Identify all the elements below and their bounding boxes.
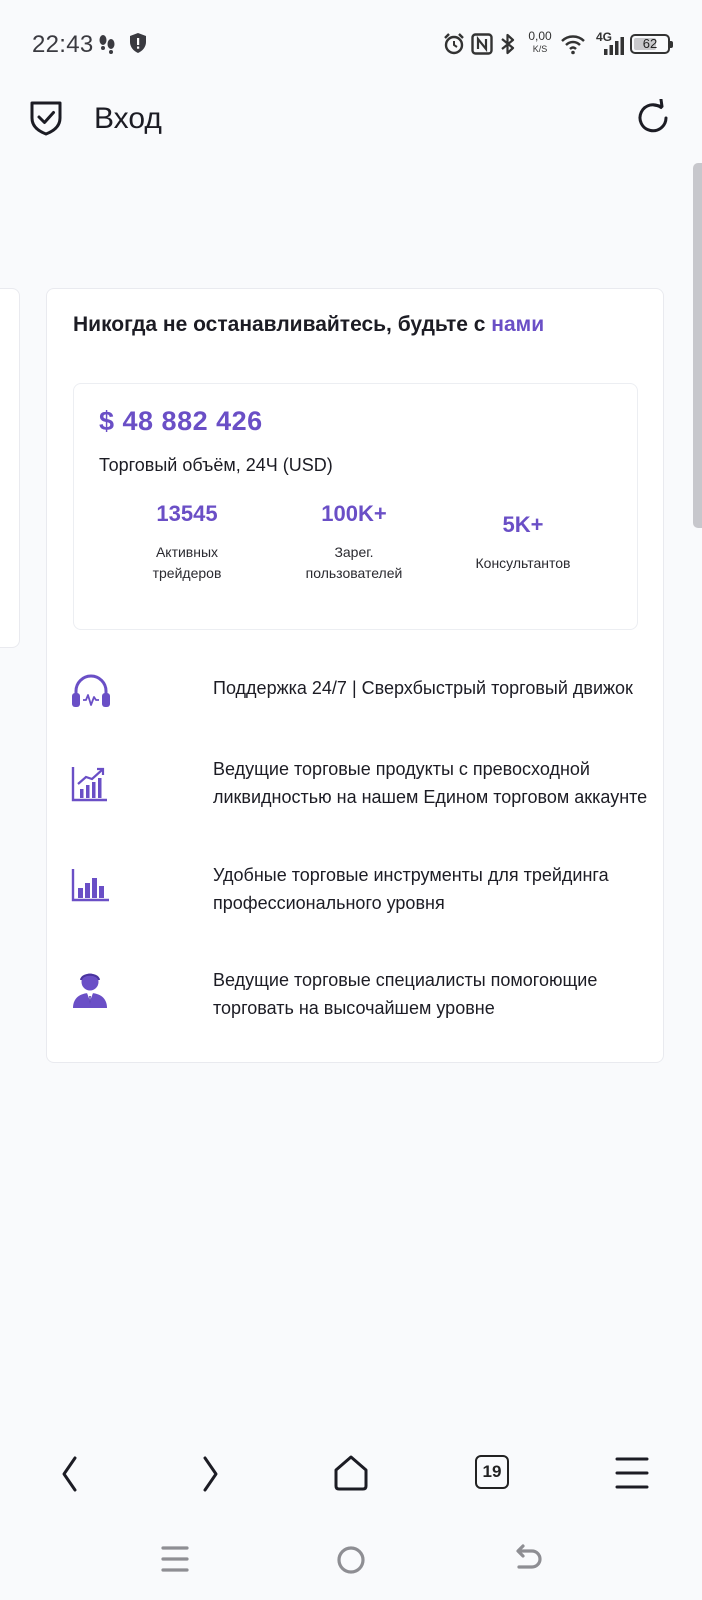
battery-icon: 62 [630, 34, 673, 54]
feature-text: Поддержка 24/7 | Сверхбыстрый торговый д… [213, 674, 633, 702]
back-arrow-icon[interactable] [510, 1542, 544, 1576]
app-header: Вход [0, 88, 702, 172]
shield-icon [130, 33, 146, 53]
trade-volume-value: $ 48 882 426 [99, 406, 263, 436]
page-title: Вход [94, 102, 162, 135]
growth-chart-icon [71, 767, 107, 802]
stat-label-line1: Активных [155, 544, 219, 560]
trade-volume-label: Торговый объём, 24Ч (USD) [99, 455, 333, 475]
feature-text: Ведущие торговые специалисты помогоющие … [213, 966, 597, 1022]
feature-item: Ведущие торговые продукты с превосходной… [71, 755, 651, 825]
stat-label: Зарег. пользователей [269, 542, 439, 584]
back-icon[interactable] [56, 1454, 84, 1494]
stat-label-line1: Зарег. [334, 544, 374, 560]
feature-item: Ведущие торговые специалисты помогоющие … [71, 966, 651, 1036]
carousel-card-previous[interactable] [0, 288, 20, 648]
net-speed-unit: K/S [532, 44, 548, 54]
feature-text: Ведущие торговые продукты с превосходной… [213, 755, 647, 811]
feature-line2: торговать на высочайшем уровне [213, 998, 495, 1018]
feature-line1: Ведущие торговые продукты с превосходной [213, 759, 590, 779]
card-title-main: Никогда не останавливайтесь, будьте с [73, 313, 492, 336]
feature-line1: Поддержка 24/7 | Сверхбыстрый торговый д… [213, 678, 633, 698]
home-icon[interactable] [331, 1453, 371, 1493]
stat-label-line2: трейдеров [152, 565, 222, 581]
stat-value: 13545 [156, 501, 218, 526]
feature-text: Удобные торговые инструменты для трейдин… [213, 861, 609, 917]
stat-label-line1: Консультантов [475, 555, 571, 571]
stat-active-traders: 13545 Активных трейдеров [102, 501, 272, 584]
feature-line2: ликвидностью на нашем Едином торговом ак… [213, 787, 648, 807]
bluetooth-icon [501, 33, 515, 55]
status-time: 22:43 [32, 31, 94, 58]
net-speed: 0,00 K/S [525, 30, 555, 56]
stat-consultants: 5K+ Консультантов [438, 512, 608, 574]
tabs-icon[interactable]: 19 [475, 1455, 509, 1489]
info-card: Никогда не останавливайтесь, будьте с на… [46, 288, 664, 1063]
stat-label: Консультантов [438, 553, 608, 574]
stat-label-line2: пользователей [305, 565, 403, 581]
browser-toolbar: 19 [0, 1440, 702, 1510]
scrollbar[interactable] [693, 163, 702, 528]
stat-registered-users: 100K+ Зарег. пользователей [269, 501, 439, 584]
stat-value: 100K+ [321, 501, 387, 526]
menu-icon[interactable] [614, 1456, 650, 1490]
nfc-icon [471, 33, 493, 55]
alarm-icon [444, 33, 464, 55]
feature-line1: Удобные торговые инструменты для трейдин… [213, 865, 609, 885]
stats-box: $ 48 882 426 Торговый объём, 24Ч (USD) 1… [73, 383, 638, 630]
recent-apps-icon[interactable] [160, 1544, 190, 1574]
system-navigation-bar [0, 1530, 702, 1590]
card-title: Никогда не останавливайтесь, будьте с на… [73, 313, 544, 337]
net-speed-value: 0,00 [528, 29, 552, 43]
headphones-icon [72, 674, 110, 707]
refresh-icon[interactable] [634, 99, 672, 137]
battery-percent: 62 [642, 36, 658, 51]
stat-value: 5K+ [502, 512, 544, 537]
card-title-accent: нами [491, 313, 545, 336]
signal-icon [604, 37, 624, 55]
feature-line1: Ведущие торговые специалисты помогоющие [213, 970, 598, 990]
specialist-icon [73, 973, 107, 1008]
shield-check-icon[interactable] [28, 99, 64, 137]
bar-chart-icon [71, 869, 109, 902]
footsteps-icon [99, 35, 115, 54]
forward-icon[interactable] [196, 1454, 224, 1494]
status-bar: 22:43 0,00 K/S 4G 62 [0, 0, 702, 88]
home-circle-icon[interactable] [335, 1544, 367, 1576]
wifi-icon [561, 35, 585, 55]
feature-item: Поддержка 24/7 | Сверхбыстрый торговый д… [71, 669, 651, 729]
feature-line2: профессионального уровня [213, 893, 445, 913]
screen: 22:43 0,00 K/S 4G 62 Вход Никогда не ост… [0, 0, 702, 1600]
feature-item: Удобные торговые инструменты для трейдин… [71, 861, 651, 931]
stat-label: Активных трейдеров [102, 542, 272, 584]
